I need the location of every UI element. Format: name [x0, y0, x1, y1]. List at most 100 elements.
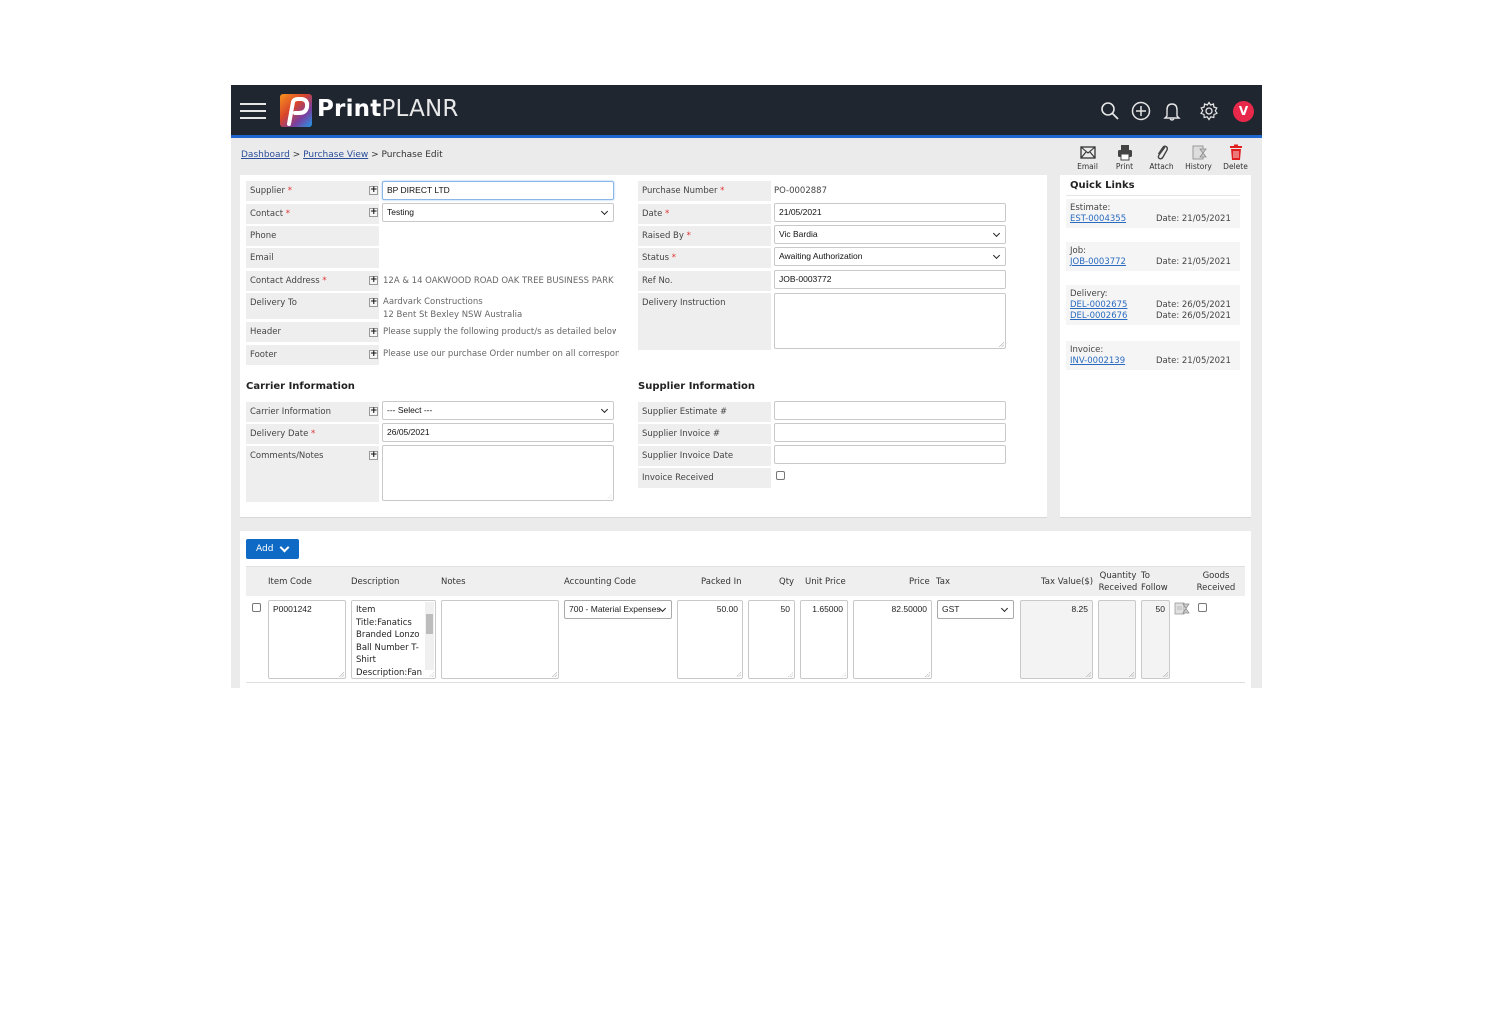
next-table-row-partial — [246, 684, 1245, 687]
packed-in-input[interactable]: 50.00 — [677, 600, 743, 679]
col-to-follow: To Follow — [1141, 571, 1168, 593]
estimate-link[interactable]: EST-0004355 — [1070, 214, 1126, 224]
attach-label: Attach — [1149, 162, 1174, 171]
delivery-instruction-textarea[interactable] — [774, 293, 1006, 349]
unit-price-input[interactable]: 1.65000 — [800, 600, 848, 679]
line-items-panel: Add Item Code Description Notes Accounti… — [240, 531, 1251, 688]
delivery-to-label: Delivery To — [246, 293, 379, 319]
item-code-input[interactable]: P0001242 — [268, 600, 346, 679]
invoice-received-checkbox[interactable] — [776, 471, 785, 480]
add-footer-icon[interactable]: + — [369, 350, 378, 359]
supplier-invoice-input[interactable] — [774, 423, 1006, 442]
bell-icon[interactable] — [1161, 100, 1183, 122]
breadcrumb-purchase-view-link[interactable]: Purchase View — [303, 150, 368, 160]
envelope-icon — [1079, 146, 1096, 159]
history-icon[interactable] — [1174, 601, 1190, 616]
user-avatar[interactable]: V — [1233, 100, 1254, 122]
add-circle-icon[interactable] — [1130, 100, 1152, 122]
supplier-input[interactable]: BP DIRECT LTD — [382, 181, 614, 200]
add-header-icon[interactable]: + — [369, 328, 378, 337]
printplanr-logo-icon — [280, 94, 312, 127]
email-label: Email — [246, 248, 379, 268]
price-input[interactable]: 82.50000 — [853, 600, 932, 679]
history-button[interactable]: History — [1184, 144, 1213, 171]
quick-link-invoice: Invoice: INV-0002139 Date: 21/05/2021 — [1066, 341, 1240, 370]
delete-button[interactable]: Delete — [1221, 144, 1250, 171]
print-button[interactable]: Print — [1110, 144, 1139, 171]
supplier-label: Supplier * — [246, 181, 379, 201]
date-input[interactable]: 21/05/2021 — [774, 203, 1006, 222]
col-goods-received: Goods Received — [1196, 571, 1236, 593]
contact-address-value: 12A & 14 OAKWOOD ROAD OAK TREE BUSINESS … — [383, 276, 616, 286]
tax-value-input: 8.25 — [1020, 600, 1093, 679]
add-delivery-to-icon[interactable]: + — [369, 298, 378, 307]
contact-select[interactable]: Testing — [382, 203, 614, 222]
printer-icon — [1117, 145, 1132, 161]
history-label: History — [1185, 162, 1212, 171]
goods-received-checkbox[interactable] — [1198, 603, 1207, 612]
print-label: Print — [1115, 162, 1134, 171]
comments-textarea[interactable] — [382, 445, 614, 501]
breadcrumb-dashboard-link[interactable]: Dashboard — [241, 150, 290, 160]
brand-logo-text[interactable]: PrintPLANR — [317, 96, 459, 122]
raised-by-label: Raised By * — [638, 226, 771, 246]
email-button[interactable]: Email — [1073, 144, 1102, 171]
col-tax: Tax — [936, 577, 951, 587]
brand-light: PLANR — [381, 96, 459, 122]
attach-button[interactable]: Attach — [1147, 144, 1176, 171]
job-link[interactable]: JOB-0003772 — [1070, 257, 1126, 267]
search-icon[interactable] — [1099, 100, 1121, 122]
add-contact-address-icon[interactable]: + — [369, 276, 378, 285]
supplier-invoice-date-input[interactable] — [774, 445, 1006, 464]
delivery-instruction-label: Delivery Instruction — [638, 293, 771, 350]
date-label: Date * — [638, 204, 771, 224]
app-window: PrintPLANR V Dashboard > Purchase View >… — [231, 85, 1262, 688]
quick-link-type: Estimate: — [1070, 203, 1111, 213]
accounting-code-select[interactable]: 700 - Material Expenses — [564, 600, 672, 619]
delivery-date: Date: 26/05/2021 — [1156, 311, 1231, 321]
delivery-date-input[interactable]: 26/05/2021 — [382, 423, 614, 442]
footer-value: Please use our purchase Order number on … — [383, 349, 619, 359]
supplier-invoice-label: Supplier Invoice # — [638, 424, 771, 444]
status-select[interactable]: Awaiting Authorization — [774, 247, 1006, 266]
ref-no-input[interactable]: JOB-0003772 — [774, 270, 1006, 289]
col-description: Description — [351, 577, 400, 587]
col-price: Price — [909, 577, 930, 587]
quick-link-type: Job: — [1070, 246, 1086, 256]
breadcrumb-separator: > — [292, 150, 301, 160]
notes-textarea[interactable] — [441, 600, 559, 679]
qty-input[interactable]: 50 — [748, 600, 795, 679]
raised-by-select[interactable]: Vic Bardia — [774, 225, 1006, 244]
description-textarea[interactable]: Item Title:Fanatics Branded Lonzo Ball N… — [351, 600, 436, 679]
add-carrier-icon[interactable]: + — [369, 407, 378, 416]
ref-no-label: Ref No. — [638, 271, 771, 291]
add-comments-icon[interactable]: + — [369, 451, 378, 460]
add-contact-icon[interactable]: + — [369, 208, 378, 217]
quick-link-delivery: Delivery: DEL-0002675 Date: 26/05/2021 DE… — [1066, 285, 1240, 325]
trash-icon — [1229, 144, 1242, 160]
breadcrumb-current: Purchase Edit — [381, 150, 443, 160]
paperclip-icon — [1157, 145, 1168, 160]
add-supplier-icon[interactable]: + — [369, 186, 378, 195]
col-tax-value: Tax Value($) — [1041, 577, 1094, 587]
tax-select[interactable]: GST — [937, 600, 1014, 619]
gear-icon[interactable] — [1198, 100, 1220, 122]
description-scrollbar[interactable] — [425, 602, 434, 670]
purchase-form-panel: Supplier * + BP DIRECT LTD Contact * + T… — [240, 175, 1047, 518]
hamburger-menu-icon[interactable] — [240, 101, 266, 121]
col-quantity-received: Quantity Received — [1098, 571, 1138, 593]
invoice-link[interactable]: INV-0002139 — [1070, 356, 1125, 366]
col-unit-price: Unit Price — [805, 577, 846, 587]
supplier-info-section-title: Supplier Information — [638, 381, 756, 392]
add-dropdown-button[interactable]: Add — [246, 539, 299, 559]
col-packed-in: Packed In — [701, 577, 742, 587]
delivery-date-label: Delivery Date * — [246, 424, 379, 444]
description-text: Item Title:Fanatics Branded Lonzo Ball N… — [356, 605, 422, 678]
row-select-checkbox[interactable] — [252, 603, 261, 612]
items-table-header: Item Code Description Notes Accounting C… — [246, 566, 1245, 596]
delivery-link[interactable]: DEL-0002676 — [1070, 311, 1127, 321]
quick-links-panel: Quick Links Estimate: EST-0004355 Date: 2… — [1060, 175, 1251, 518]
carrier-select[interactable]: --- Select --- — [382, 401, 614, 420]
supplier-estimate-input[interactable] — [774, 401, 1006, 420]
delivery-link[interactable]: DEL-0002675 — [1070, 300, 1127, 310]
